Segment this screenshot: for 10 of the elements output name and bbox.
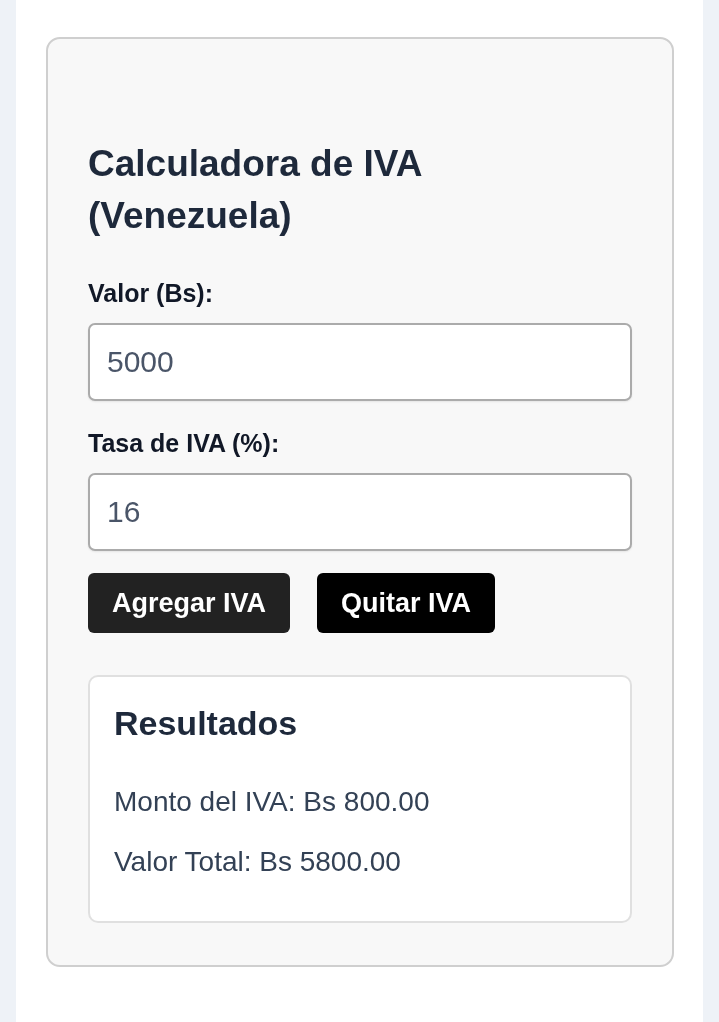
input-field[interactable]: 5000 [88, 323, 632, 401]
field-label: Tasa de IVA (%): [88, 428, 281, 458]
calculator-title: Calculadora de IVA (Venezuela) [88, 142, 423, 238]
field-label: Valor (Bs): [88, 278, 215, 308]
input-field[interactable]: 16 [88, 473, 632, 551]
result-text: Monto del IVA: Bs 800.00 [114, 785, 431, 819]
result-text: Valor Total: Bs 5800.00 [114, 845, 402, 879]
action-button[interactable]: Quitar IVA [317, 573, 496, 633]
action-button[interactable]: Agregar IVA [88, 573, 291, 633]
results-title: Resultados [114, 703, 299, 743]
